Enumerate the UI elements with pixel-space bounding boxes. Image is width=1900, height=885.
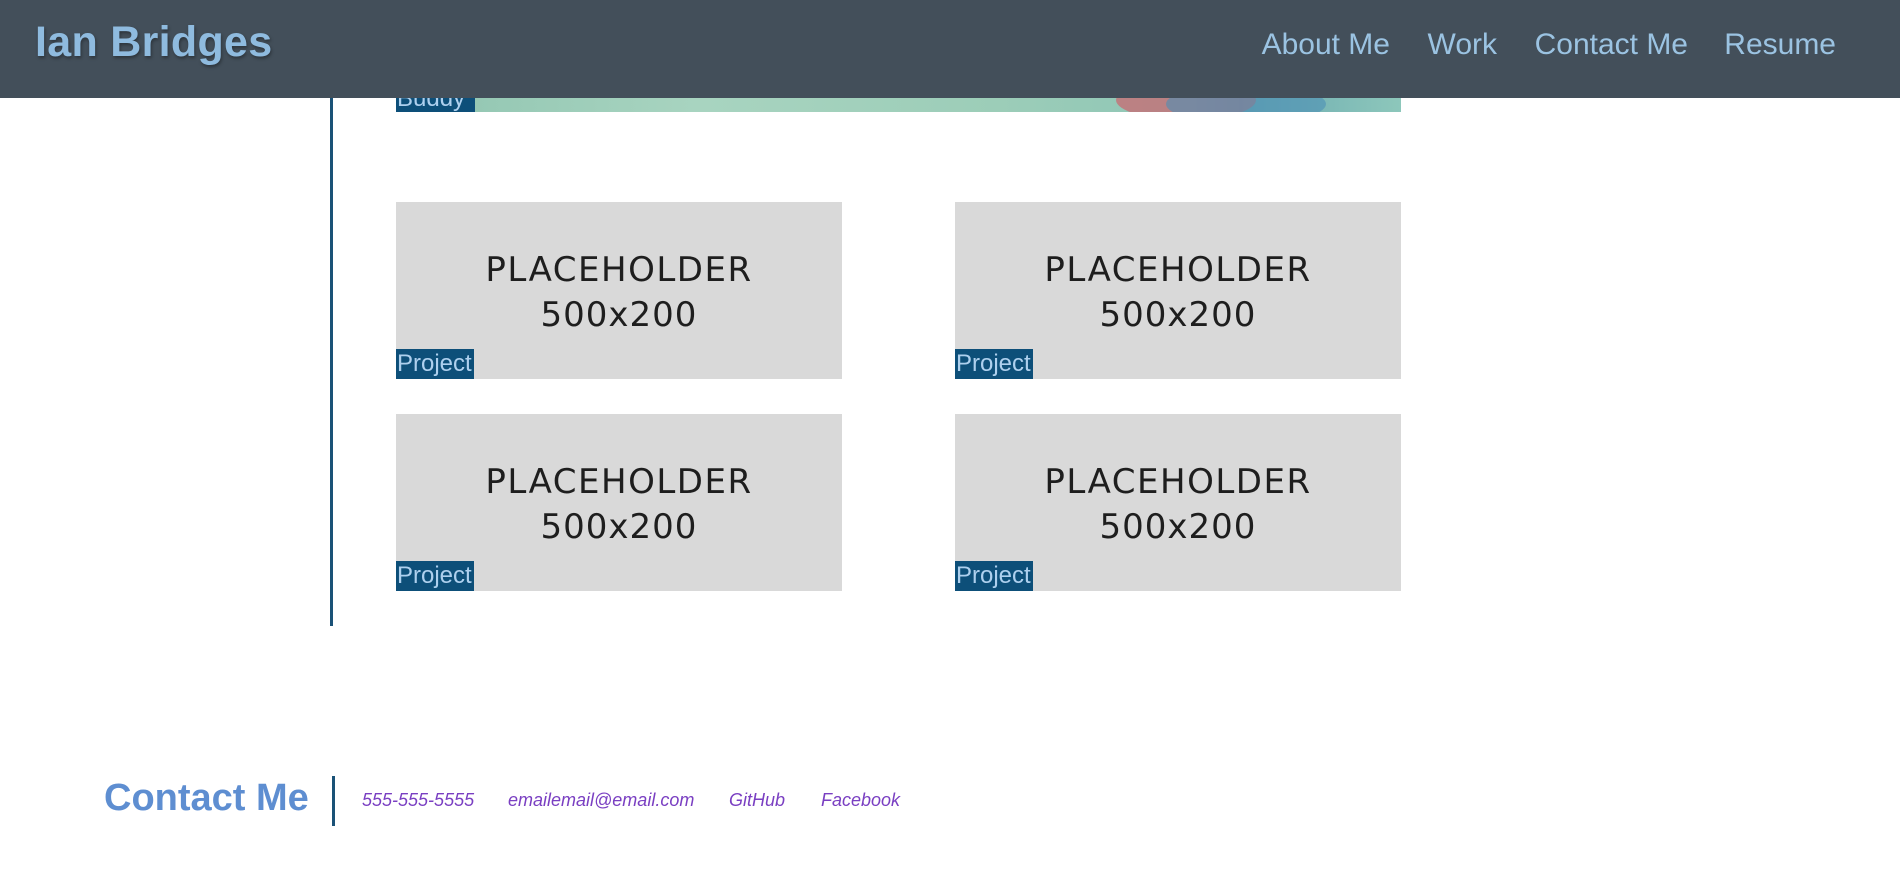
project-card[interactable]: PLACEHOLDER 500x200 Project — [955, 202, 1401, 379]
nav-resume[interactable]: Resume — [1724, 28, 1836, 62]
contact-phone-link[interactable]: 555-555-5555 — [362, 790, 474, 811]
placeholder-size: 500x200 — [540, 507, 698, 547]
site-title[interactable]: Ian Bridges — [35, 18, 272, 67]
project-label: Project — [396, 561, 474, 591]
placeholder-image: PLACEHOLDER 500x200 — [955, 248, 1401, 338]
placeholder-image: PLACEHOLDER 500x200 — [396, 248, 842, 338]
contact-title: Contact Me — [104, 777, 309, 819]
project-label: Project — [955, 561, 1033, 591]
placeholder-text: PLACEHOLDER — [1044, 462, 1312, 502]
nav-contact-me[interactable]: Contact Me — [1535, 28, 1688, 62]
contact-divider — [332, 776, 335, 826]
site-header: Ian Bridges About Me Work Contact Me Res… — [0, 0, 1900, 98]
placeholder-size: 500x200 — [1099, 295, 1257, 335]
placeholder-text: PLACEHOLDER — [1044, 250, 1312, 290]
placeholder-text: PLACEHOLDER — [485, 462, 753, 502]
contact-github-link[interactable]: GitHub — [729, 790, 785, 811]
project-label: Project — [955, 349, 1033, 379]
placeholder-text: PLACEHOLDER — [485, 250, 753, 290]
work-section-divider — [330, 90, 333, 626]
contact-facebook-link[interactable]: Facebook — [821, 790, 900, 811]
placeholder-size: 500x200 — [540, 295, 698, 335]
nav-work[interactable]: Work — [1428, 28, 1497, 62]
page: Ian Bridges About Me Work Contact Me Res… — [0, 0, 1900, 885]
project-card[interactable]: PLACEHOLDER 500x200 Project — [955, 414, 1401, 591]
placeholder-image: PLACEHOLDER 500x200 — [396, 460, 842, 550]
placeholder-size: 500x200 — [1099, 507, 1257, 547]
project-label: Project — [396, 349, 474, 379]
placeholder-image: PLACEHOLDER 500x200 — [955, 460, 1401, 550]
nav-about-me[interactable]: About Me — [1262, 28, 1390, 62]
project-card[interactable]: PLACEHOLDER 500x200 Project — [396, 414, 842, 591]
contact-email-link[interactable]: emailemail@email.com — [508, 790, 694, 811]
project-card[interactable]: PLACEHOLDER 500x200 Project — [396, 202, 842, 379]
